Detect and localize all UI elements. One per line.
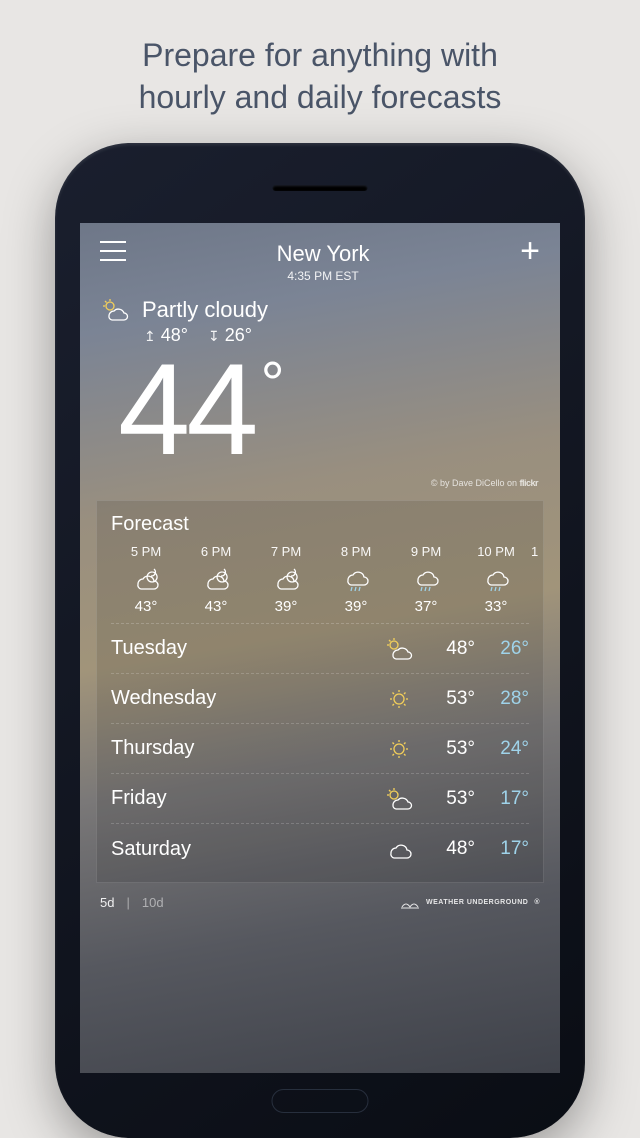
rain-icon xyxy=(391,564,461,594)
provider-badge: WEATHER UNDERGROUND® xyxy=(400,897,540,909)
daily-row[interactable]: Tuesday 48° 26° xyxy=(111,624,529,674)
phone-frame: New York 4:35 PM EST + Partly cloudy ↥48… xyxy=(55,143,585,1138)
night-cloud-icon xyxy=(251,564,321,594)
hour-temp: 39° xyxy=(321,598,391,615)
hour-slot[interactable]: 1 xyxy=(531,544,553,615)
day-name: Friday xyxy=(111,787,377,810)
weather-underground-icon xyxy=(400,897,420,909)
rain-icon xyxy=(321,564,391,594)
day-name: Thursday xyxy=(111,737,377,760)
hour-label: 10 PM xyxy=(461,544,531,559)
flickr-logo: flickr xyxy=(519,478,538,488)
day-name: Saturday xyxy=(111,838,377,861)
hour-slot[interactable]: 6 PM 43° xyxy=(181,544,251,615)
range-toggle[interactable]: 5d | 10d xyxy=(100,895,164,910)
daily-row[interactable]: Wednesday 53° 28° xyxy=(111,674,529,724)
headline-line1: Prepare for anything with xyxy=(142,37,498,73)
day-name: Tuesday xyxy=(111,637,377,660)
day-low: 17° xyxy=(475,788,529,810)
hour-label: 6 PM xyxy=(181,544,251,559)
rain-icon xyxy=(461,564,531,594)
day-high: 53° xyxy=(421,738,475,760)
forecast-title: Forecast xyxy=(111,513,529,536)
location-header[interactable]: New York 4:35 PM EST xyxy=(126,241,520,283)
current-conditions: Partly cloudy ↥48° ↧26° 44° xyxy=(80,291,560,474)
day-low: 17° xyxy=(475,838,529,860)
hour-slot[interactable]: 7 PM 39° xyxy=(251,544,321,615)
blank-icon xyxy=(531,564,553,594)
hour-slot[interactable]: 8 PM 39° xyxy=(321,544,391,615)
location-name: New York xyxy=(126,241,520,267)
partly-sunny-icon xyxy=(377,787,421,811)
partly-sunny-icon xyxy=(377,637,421,661)
hour-temp: 43° xyxy=(181,598,251,615)
partly-sunny-icon xyxy=(100,298,130,322)
condition-text: Partly cloudy xyxy=(142,297,268,323)
promo-headline: Prepare for anything with hourly and dai… xyxy=(99,0,542,143)
app-screen: New York 4:35 PM EST + Partly cloudy ↥48… xyxy=(80,223,560,1073)
headline-line2: hourly and daily forecasts xyxy=(139,79,502,115)
hour-label: 8 PM xyxy=(321,544,391,559)
hour-temp: 37° xyxy=(391,598,461,615)
hourly-forecast[interactable]: 5 PM 43° 6 PM 43° 7 PM 39° 8 PM 39° 9 PM… xyxy=(111,544,529,624)
location-time: 4:35 PM EST xyxy=(126,269,520,283)
day-low: 26° xyxy=(475,638,529,660)
menu-icon[interactable] xyxy=(100,241,126,261)
photo-credit: © by Dave DiCello on flickr xyxy=(80,474,560,496)
range-10d[interactable]: 10d xyxy=(142,895,164,910)
night-cloud-icon xyxy=(181,564,251,594)
day-low: 28° xyxy=(475,688,529,710)
hour-slot[interactable]: 9 PM 37° xyxy=(391,544,461,615)
range-5d[interactable]: 5d xyxy=(100,895,114,910)
sunny-icon xyxy=(377,687,421,711)
hour-slot[interactable]: 5 PM 43° xyxy=(111,544,181,615)
hour-label: 1 xyxy=(531,544,553,559)
day-high: 48° xyxy=(421,638,475,660)
hour-temp: 33° xyxy=(461,598,531,615)
hour-slot[interactable]: 10 PM 33° xyxy=(461,544,531,615)
day-low: 24° xyxy=(475,738,529,760)
add-location-icon[interactable]: + xyxy=(520,241,540,261)
forecast-footer: 5d | 10d WEATHER UNDERGROUND® xyxy=(80,883,560,910)
day-high: 48° xyxy=(421,838,475,860)
day-high: 53° xyxy=(421,688,475,710)
hour-label: 9 PM xyxy=(391,544,461,559)
night-cloud-icon xyxy=(111,564,181,594)
daily-row[interactable]: Thursday 53° 24° xyxy=(111,724,529,774)
forecast-panel: Forecast 5 PM 43° 6 PM 43° 7 PM 39° 8 PM… xyxy=(96,500,544,883)
hour-temp: 39° xyxy=(251,598,321,615)
day-name: Wednesday xyxy=(111,687,377,710)
hour-temp: 43° xyxy=(111,598,181,615)
cloudy-icon xyxy=(377,837,421,861)
day-high: 53° xyxy=(421,788,475,810)
daily-forecast: Tuesday 48° 26° Wednesday 53° 28° Thursd… xyxy=(111,624,529,874)
daily-row[interactable]: Saturday 48° 17° xyxy=(111,824,529,874)
hour-label: 5 PM xyxy=(111,544,181,559)
top-bar: New York 4:35 PM EST + xyxy=(80,223,560,291)
hour-label: 7 PM xyxy=(251,544,321,559)
sunny-icon xyxy=(377,737,421,761)
daily-row[interactable]: Friday 53° 17° xyxy=(111,774,529,824)
current-temperature: 44° xyxy=(100,344,540,474)
